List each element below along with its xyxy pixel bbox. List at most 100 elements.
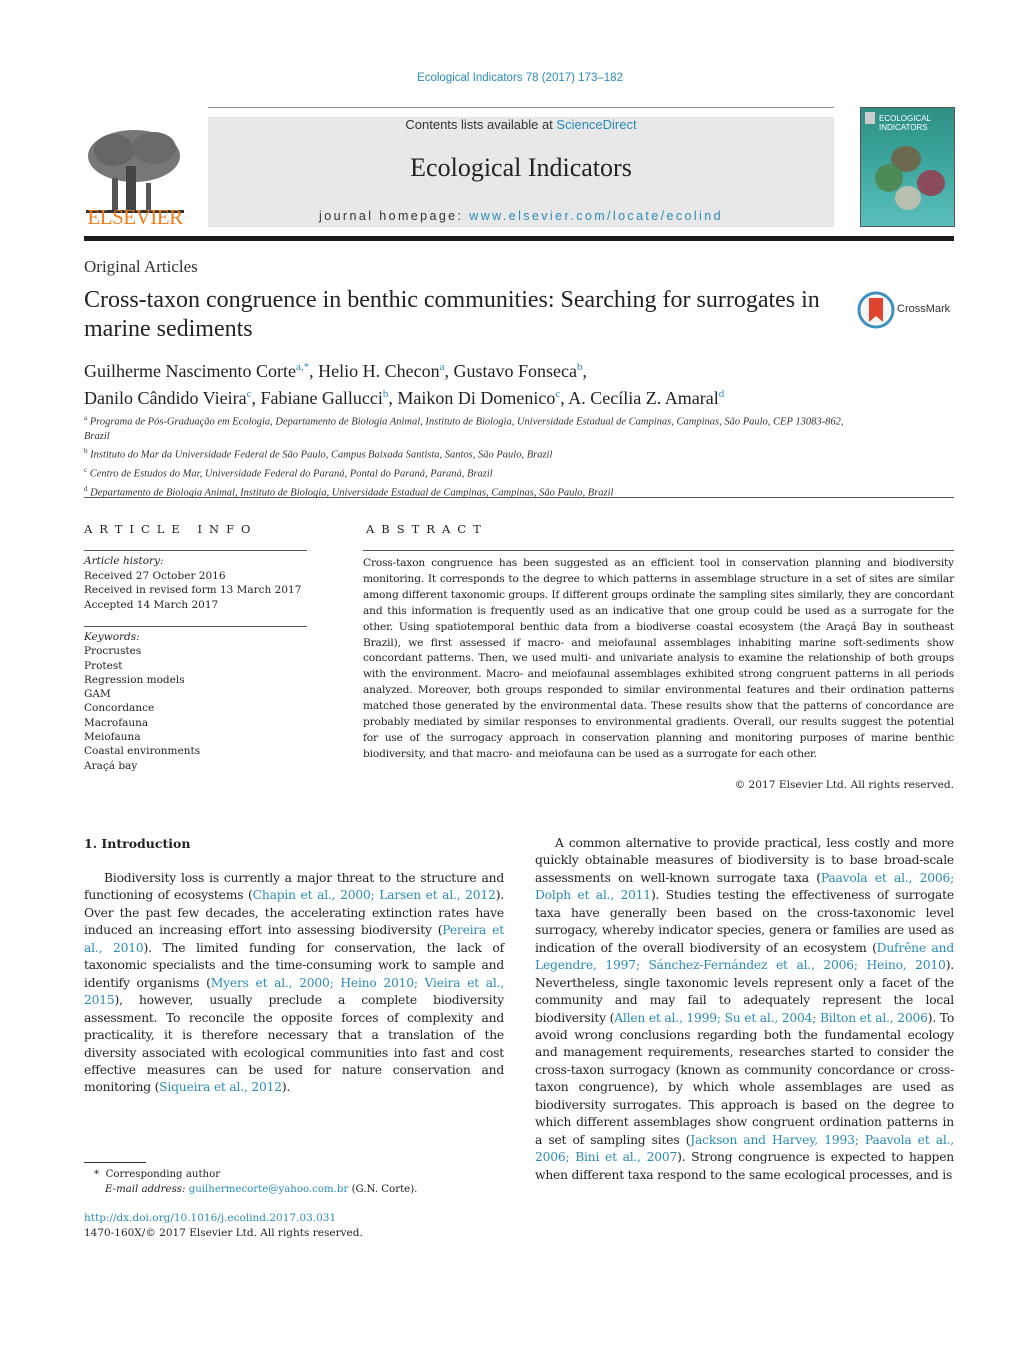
header-divider: [208, 107, 834, 108]
keyword: Macrofauna: [84, 716, 149, 729]
homepage-link[interactable]: www.elsevier.com/locate/ecolind: [469, 209, 723, 223]
corresponding-author-line: * Corresponding author: [84, 1167, 417, 1182]
author-affil-ref[interactable]: d: [719, 388, 725, 400]
abstract-text: Cross-taxon congruence has been suggeste…: [363, 557, 954, 760]
author-name: Helio H. Checon: [318, 361, 440, 381]
author[interactable]: Gustavo Fonsecab: [453, 361, 582, 381]
journal-name: Ecological Indicators: [410, 153, 632, 182]
author-name: Maikon Di Domenico: [397, 388, 556, 408]
article-history: Article history: Received 27 October 201…: [84, 554, 301, 612]
article-info-divider: [84, 550, 307, 551]
footnote-mark: *: [94, 1169, 100, 1180]
author-name: Fabiane Gallucci: [260, 388, 383, 408]
journal-homepage: journal homepage: www.elsevier.com/locat…: [208, 209, 834, 223]
paragraph-text: ). To avoid wrong conclusions regarding …: [535, 1010, 955, 1147]
history-entry: Received 27 October 2016: [84, 569, 226, 582]
cover-title-line2: INDICATORS: [879, 123, 928, 132]
cover-title-line1: ECOLOGICAL: [879, 114, 932, 123]
article-info-heading: ARTICLE INFO: [84, 522, 258, 536]
citation-link[interactable]: Allen et al., 1999; Su et al., 2004; Bil…: [614, 1011, 928, 1025]
history-entry: Received in revised form 13 March 2017: [84, 584, 302, 596]
author-separator: ,: [582, 361, 587, 381]
contents-availability: Contents lists available at ScienceDirec…: [208, 117, 834, 132]
doi-block: http://dx.doi.org/10.1016/j.ecolind.2017…: [84, 1211, 363, 1241]
affiliation: b Instituto do Mar da Universidade Feder…: [84, 444, 844, 463]
corresponding-label: Corresponding author: [105, 1169, 221, 1180]
paragraph-text: ).: [281, 1080, 291, 1095]
email-link[interactable]: guilhermecorte@yahoo.com.br: [189, 1184, 349, 1195]
introduction-right-column: A common alternative to provide practica…: [535, 835, 954, 1184]
author[interactable]: Maikon Di Domenicoc: [397, 388, 560, 408]
affiliation-key: a: [84, 414, 88, 422]
abstract-divider: [363, 550, 954, 551]
corresponding-author-footnote: * Corresponding author E-mail address: g…: [84, 1167, 417, 1197]
author-list: Guilherme Nascimento Cortea,*, Helio H. …: [84, 356, 844, 410]
cover-title: ECOLOGICAL INDICATORS: [879, 114, 931, 132]
journal-cover-image[interactable]: ECOLOGICAL INDICATORS: [860, 107, 955, 227]
keyword: Protest: [84, 659, 123, 672]
email-suffix: (G.N. Corte).: [348, 1184, 418, 1195]
affiliation-key: b: [84, 447, 88, 456]
email-label: E-mail address:: [105, 1184, 189, 1195]
introduction-paragraph: Biodiversity loss is currently a major t…: [84, 870, 504, 1097]
keyword: Procrustes: [84, 645, 142, 658]
doi-link[interactable]: http://dx.doi.org/10.1016/j.ecolind.2017…: [84, 1211, 363, 1226]
affiliation-text: Centro de Estudos do Mar, Universidade F…: [89, 468, 493, 480]
cover-photo-circle: [917, 170, 945, 196]
paragraph-text: ), however, usually preclude a complete …: [84, 993, 504, 1095]
keyword: GAM: [84, 688, 111, 701]
citation-link[interactable]: Siqueira et al., 2012: [159, 1080, 282, 1094]
journal-citation-link[interactable]: Ecological Indicators 78 (2017) 173–182: [0, 72, 1020, 84]
author-name: Danilo Cândido Vieira: [84, 388, 247, 408]
elsevier-wordmark: ELSEVIER: [87, 205, 183, 229]
email-line: E-mail address: guilhermecorte@yahoo.com…: [84, 1182, 417, 1197]
affiliation: c Centro de Estudos do Mar, Universidade…: [84, 463, 844, 482]
introduction-heading: 1. Introduction: [84, 836, 191, 851]
sciencedirect-link[interactable]: ScienceDirect: [556, 117, 636, 132]
abstract-copyright: © 2017 Elsevier Ltd. All rights reserved…: [734, 779, 954, 791]
cover-publisher-icon: [865, 112, 875, 124]
affiliations: a Programa de Pós-Graduação em Ecologia,…: [84, 411, 844, 500]
affiliation-text: Instituto do Mar da Universidade Federal…: [90, 449, 553, 461]
crossmark-button[interactable]: CrossMark: [857, 291, 957, 331]
affiliation-key: c: [84, 465, 88, 474]
crossmark-label: CrossMark: [897, 303, 951, 315]
keyword: Araçá bay: [84, 759, 138, 772]
keyword: Regression models: [84, 673, 185, 686]
author[interactable]: Guilherme Nascimento Cortea,*: [84, 361, 309, 381]
author-name: Guilherme Nascimento Corte: [84, 361, 296, 381]
author-affil-ref[interactable]: a,*: [296, 361, 309, 373]
header-thick-divider: [84, 236, 954, 241]
affiliation-key: d: [84, 484, 88, 493]
homepage-prefix: journal homepage:: [319, 209, 470, 223]
author[interactable]: Danilo Cândido Vieirac: [84, 388, 251, 408]
affiliation: a Programa de Pós-Graduação em Ecologia,…: [84, 411, 844, 444]
citation-link[interactable]: Chapin et al., 2000; Larsen et al., 2012: [253, 888, 496, 902]
keyword: Concordance: [84, 702, 155, 715]
introduction-paragraph: A common alternative to provide practica…: [535, 835, 954, 1184]
affiliation-text: Programa de Pós-Graduação em Ecologia, D…: [84, 416, 844, 442]
crossmark-icon: [857, 291, 895, 329]
affiliations-divider: [84, 497, 954, 498]
introduction-left-column: Biodiversity loss is currently a major t…: [84, 870, 504, 1097]
author-name: A. Cecília Z. Amaral: [568, 388, 719, 408]
article-title: Cross-taxon congruence in benthic commun…: [84, 287, 820, 342]
author-name: Gustavo Fonseca: [453, 361, 577, 381]
issn-copyright: 1470-160X/© 2017 Elsevier Ltd. All right…: [84, 1227, 363, 1239]
author[interactable]: A. Cecília Z. Amarald: [568, 388, 724, 408]
keywords: Keywords: Procrustes Protest Regression …: [84, 630, 200, 773]
keyword: Coastal environments: [84, 745, 201, 758]
article-section-type: Original Articles: [84, 257, 198, 276]
keywords-divider: [84, 626, 307, 627]
cover-photo-circle: [895, 186, 921, 210]
keyword: Meiofauna: [84, 731, 141, 744]
contents-prefix: Contents lists available at: [405, 117, 557, 132]
keywords-label: Keywords:: [84, 631, 140, 643]
author-separator: ,: [309, 361, 319, 381]
abstract-heading: ABSTRACT: [366, 522, 488, 536]
history-entry: Accepted 14 March 2017: [84, 598, 219, 611]
footnote-divider: [84, 1162, 146, 1163]
history-label: Article history:: [84, 555, 164, 567]
author[interactable]: Fabiane Galluccib: [260, 388, 388, 408]
author[interactable]: Helio H. Checona: [318, 361, 444, 381]
